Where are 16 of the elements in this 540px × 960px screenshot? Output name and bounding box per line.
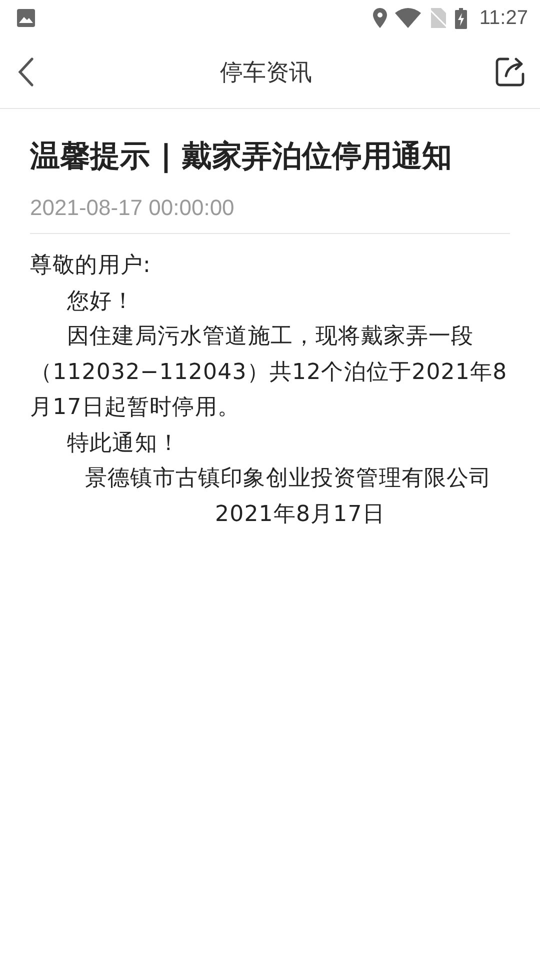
article-title: 温馨提示 | 戴家弄泊位停用通知 xyxy=(30,138,453,176)
status-time: 11:27 xyxy=(479,6,528,30)
page-title: 停车资讯 xyxy=(219,58,313,88)
wifi-icon xyxy=(395,8,422,28)
battery-charging-icon xyxy=(455,8,468,28)
article-paragraph: 尊敬的用户: xyxy=(30,252,152,280)
share-button[interactable] xyxy=(494,56,526,88)
article-paragraph: 因住建局污水管道施工，现将戴家弄一段（112032−112043）共12个泊位于2021年8月17日起暂时停用。 xyxy=(30,323,508,422)
article-paragraph: 景德镇市古镇印象创业投资管理有限公司 xyxy=(84,465,493,493)
image-icon xyxy=(16,8,36,28)
no-sim-icon xyxy=(429,8,448,28)
article-paragraph: 2021年8月17日 xyxy=(214,500,386,528)
article-paragraph: 特此通知！ xyxy=(66,430,181,458)
article-paragraph: 您好！ xyxy=(66,288,136,316)
article-date: 2021-08-17 00:00:00 xyxy=(30,195,510,234)
location-icon xyxy=(373,8,388,28)
